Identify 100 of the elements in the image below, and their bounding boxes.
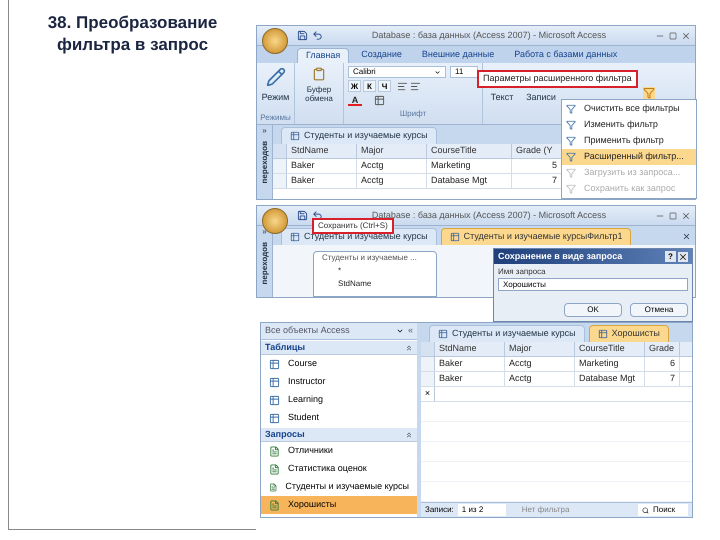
navigation-item[interactable]: Хорошисты <box>261 496 417 514</box>
group-label: Режимы <box>260 112 291 124</box>
field-name[interactable]: * <box>322 265 428 277</box>
column-header[interactable]: CourseTitle <box>427 144 512 158</box>
field-name[interactable]: StdName <box>322 278 428 290</box>
group-label: Таблицы <box>265 340 306 354</box>
table-cell: Marketing <box>575 357 645 371</box>
document-tab[interactable]: Студенты и изучаемые курсы <box>429 325 585 342</box>
font-name-field[interactable]: Calibri <box>348 66 446 78</box>
font-size-field[interactable]: 11 <box>450 66 478 78</box>
advanced-filter-icon[interactable] <box>643 87 655 99</box>
navigation-pane-collapsed[interactable]: » переходов <box>257 226 273 297</box>
column-header[interactable]: Grade <box>645 342 680 356</box>
collapse-label[interactable]: « <box>408 324 413 338</box>
caret-icon <box>434 68 441 76</box>
filter-icon <box>566 136 576 146</box>
gridlines-icon[interactable] <box>374 94 385 106</box>
navigation-item[interactable]: Student <box>261 409 417 427</box>
ribbon-tab[interactable]: Внешние данные <box>414 48 502 63</box>
search-icon <box>642 506 649 514</box>
menu-item[interactable]: Изменить фильтр <box>562 117 696 133</box>
table-icon <box>438 329 448 339</box>
document-tab[interactable]: Студенты и изучаемые курсыФильтр1 <box>440 228 632 245</box>
column-header[interactable]: StdName <box>287 144 357 158</box>
table-cell: Acctg <box>505 372 575 386</box>
filter-icon <box>566 152 576 162</box>
format-button[interactable]: Ж <box>348 80 361 92</box>
filter-icon <box>566 184 576 194</box>
record-position[interactable]: 1 из 2 <box>458 504 506 516</box>
group-header[interactable]: Запросы <box>261 428 417 442</box>
ribbon-tab[interactable]: Главная <box>297 48 350 63</box>
table-cell: Baker <box>435 372 505 386</box>
format-button[interactable]: Ч <box>378 80 391 92</box>
table-icon <box>269 358 280 370</box>
menu-item[interactable]: Очистить все фильтры <box>562 101 696 117</box>
navigation-item[interactable]: Отличники <box>261 442 417 460</box>
dialog-button[interactable]: Отмена <box>630 303 688 317</box>
table-cell: 6 <box>645 357 680 371</box>
dialog-button[interactable]: OK <box>564 303 622 317</box>
navigation-pane-label: переходов <box>258 242 270 284</box>
expand-label: » <box>262 125 267 137</box>
table-cell: Database Mgt <box>427 174 512 188</box>
close-icon[interactable] <box>681 210 691 220</box>
document-tab[interactable]: Студенты и изучаемые курсы <box>281 127 437 144</box>
maximize-icon[interactable] <box>669 212 677 220</box>
close-icon[interactable] <box>681 30 691 40</box>
collapse-icon[interactable] <box>405 430 413 438</box>
close-icon[interactable] <box>682 232 691 241</box>
ribbon-tab[interactable]: Работа с базами данных <box>506 48 626 63</box>
group-header[interactable]: Таблицы <box>261 341 417 355</box>
query-name-field[interactable]: Хорошисты <box>498 278 688 291</box>
table-cell: 7 <box>645 372 680 386</box>
undo-icon[interactable] <box>312 30 323 41</box>
ribbon-tab[interactable]: Создание <box>353 48 410 63</box>
save-icon[interactable] <box>297 210 308 221</box>
navigation-item[interactable]: Course <box>261 355 417 373</box>
document-tab[interactable]: Хорошисты <box>588 325 669 342</box>
search-field[interactable]: Поиск <box>638 504 688 516</box>
table-icon <box>269 394 280 406</box>
table-cell: Acctg <box>357 159 427 173</box>
table-icon <box>290 232 300 242</box>
maximize-icon[interactable] <box>669 32 677 40</box>
navigation-pane-title[interactable]: Все объекты Access <box>265 324 392 338</box>
caret-icon[interactable] <box>396 327 404 335</box>
slide-title: 38. Преобразование фильтра в запрос <box>46 12 218 56</box>
filter-icon <box>566 168 576 178</box>
table-cell: Acctg <box>357 174 427 188</box>
menu-item[interactable]: Расширенный фильтр... <box>562 149 696 165</box>
column-header[interactable]: Major <box>357 144 427 158</box>
expand-label: » <box>262 226 267 238</box>
field-list-title: Студенты и изучаемые ... <box>322 252 417 264</box>
help-button[interactable]: ? <box>665 251 676 262</box>
clipboard-button[interactable]: Буфер обмена <box>299 85 339 103</box>
table-icon <box>269 412 280 424</box>
close-icon[interactable] <box>678 252 688 262</box>
align-icon[interactable] <box>397 80 408 92</box>
group-label: Шрифт <box>398 108 428 120</box>
column-header[interactable]: Major <box>505 342 575 356</box>
table-icon <box>290 131 300 141</box>
records-label: Записи: <box>425 504 454 516</box>
navigation-item[interactable]: Статистика оценок <box>261 460 417 478</box>
save-icon[interactable] <box>297 30 308 41</box>
view-button[interactable]: Режим <box>262 91 290 104</box>
filter-icon <box>566 104 576 114</box>
column-header[interactable]: StdName <box>435 342 505 356</box>
align-icon[interactable] <box>410 80 421 92</box>
collapse-icon[interactable] <box>405 344 413 352</box>
font-color-button[interactable]: A <box>348 94 362 106</box>
table-cell: Database Mgt <box>575 372 645 386</box>
menu-item[interactable]: Применить фильтр <box>562 133 696 149</box>
text-button[interactable]: Текст <box>490 91 514 104</box>
navigation-item[interactable]: Instructor <box>261 373 417 391</box>
navigation-pane-collapsed[interactable]: » переходов <box>257 125 273 199</box>
column-header[interactable]: CourseTitle <box>575 342 645 356</box>
format-button[interactable]: К <box>363 80 376 92</box>
filter-icon <box>566 120 576 130</box>
navigation-item[interactable]: Студенты и изучаемые курсы <box>261 478 417 496</box>
navigation-item[interactable]: Learning <box>261 391 417 409</box>
tooltip: Параметры расширенного фильтра <box>477 70 638 88</box>
records-button[interactable]: Записи <box>526 91 556 104</box>
